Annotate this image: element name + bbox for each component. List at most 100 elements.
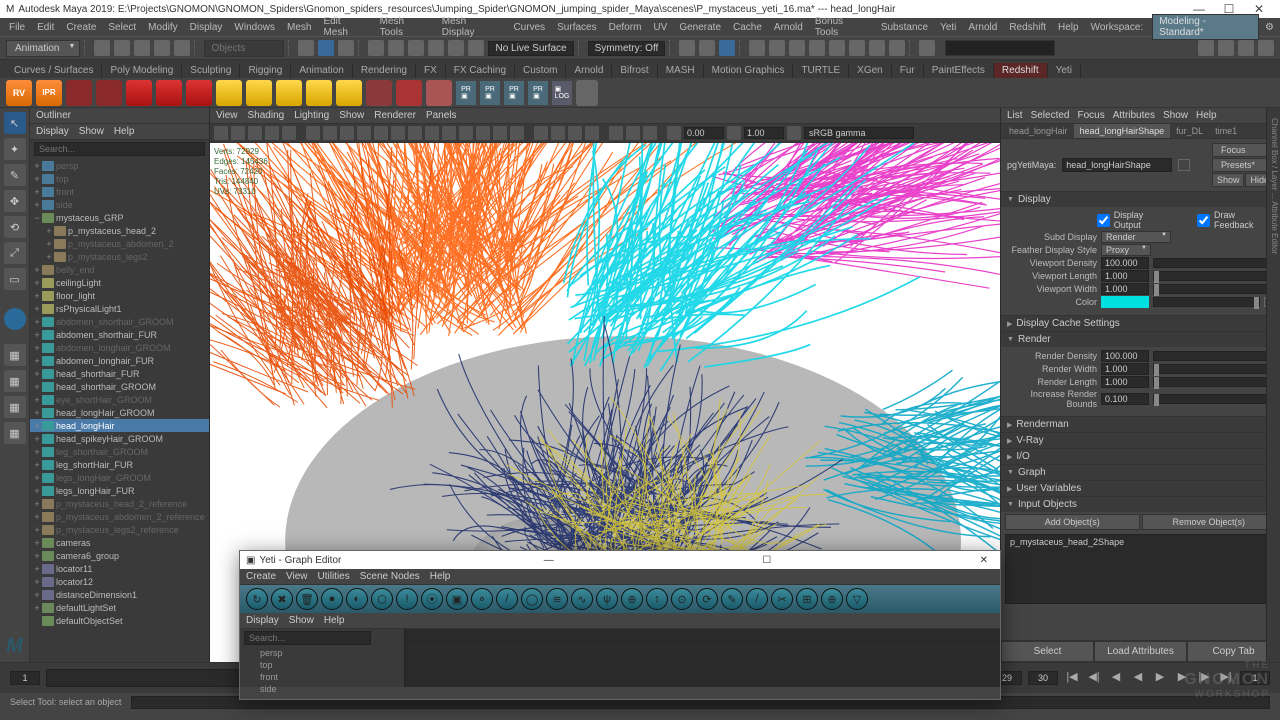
ge-tool-3[interactable]: ● <box>321 588 343 610</box>
vp-menu-view[interactable]: View <box>216 110 238 121</box>
ae-tab[interactable]: time1 <box>1209 124 1243 138</box>
ge-menu-view[interactable]: View <box>286 571 308 582</box>
pr-box3[interactable]: PR▣ <box>504 81 524 105</box>
render-density-field[interactable] <box>1101 350 1149 362</box>
outliner-menu-show[interactable]: Show <box>79 126 104 137</box>
ge-maximize[interactable]: ☐ <box>756 555 777 566</box>
outliner-item[interactable]: +locator12 <box>30 575 209 588</box>
panel-layout-icon[interactable] <box>919 40 935 56</box>
ae-load-attrs-button[interactable]: Load Attributes <box>1094 641 1187 662</box>
vp-icon[interactable] <box>323 126 337 140</box>
ae-menu-focus[interactable]: Focus <box>1077 110 1104 121</box>
shelf-tab-curves-surfaces[interactable]: Curves / Surfaces <box>6 63 102 78</box>
rs-grid-icon[interactable] <box>156 80 182 106</box>
pr-box4[interactable]: PR▣ <box>528 81 548 105</box>
mode-selector[interactable]: Animation <box>6 40 80 57</box>
ge-tool-19[interactable]: ✎ <box>721 588 743 610</box>
outliner-item[interactable]: +abdomen_shorthair_GROOM <box>30 315 209 328</box>
ge-sub-help[interactable]: Help <box>324 615 345 626</box>
og-icon[interactable] <box>699 40 715 56</box>
menu-redshift[interactable]: Redshift <box>1004 22 1051 33</box>
ge-sub-display[interactable]: Display <box>246 615 279 626</box>
rs-ies-icon[interactable] <box>426 80 452 106</box>
rs-yellow2-icon[interactable] <box>246 80 272 106</box>
menu-select[interactable]: Select <box>103 22 141 33</box>
last-tool[interactable]: ▭ <box>4 268 26 290</box>
vp-length-slider[interactable] <box>1153 271 1274 281</box>
outliner-item[interactable]: +abdomen_shorthair_FUR <box>30 328 209 341</box>
ge-tool-22[interactable]: ⊞ <box>796 588 818 610</box>
ge-menu-scene[interactable]: Scene Nodes <box>360 571 420 582</box>
outliner-item[interactable]: +locator11 <box>30 562 209 575</box>
vp-width-field[interactable] <box>1101 283 1149 295</box>
rs-meshlight-icon[interactable] <box>366 80 392 106</box>
outliner-item[interactable]: +legs_longHair_GROOM <box>30 471 209 484</box>
menu-surfaces[interactable]: Surfaces <box>552 22 601 33</box>
rs-yellow1-icon[interactable] <box>216 80 242 106</box>
snap-plane-icon[interactable] <box>428 40 444 56</box>
outliner-item[interactable]: +p_mystaceus_head_2_reference <box>30 497 209 510</box>
ae-tab[interactable]: head_longHair <box>1003 124 1074 138</box>
ae-section-input[interactable]: Input Objects <box>1001 497 1280 512</box>
ge-item[interactable]: side <box>240 683 404 695</box>
vp-length-field[interactable] <box>1101 270 1149 282</box>
outliner-item[interactable]: +top <box>30 172 209 185</box>
open-scene-icon[interactable] <box>114 40 130 56</box>
pause-icon[interactable] <box>889 40 905 56</box>
shelf-tab-motion-graphics[interactable]: Motion Graphics <box>704 63 794 78</box>
outliner-search[interactable] <box>34 142 205 156</box>
menu-uv[interactable]: UV <box>648 22 672 33</box>
ae-section-display[interactable]: Display <box>1001 192 1280 207</box>
menu-bonus-tools[interactable]: Bonus Tools <box>810 16 874 38</box>
toggle-channel-icon[interactable] <box>1258 40 1274 56</box>
ae-menu-selected[interactable]: Selected <box>1031 110 1070 121</box>
rv-button[interactable]: RV <box>6 80 32 106</box>
menu-display[interactable]: Display <box>185 22 228 33</box>
ge-close[interactable]: ✕ <box>974 555 994 566</box>
ge-menu-create[interactable]: Create <box>246 571 276 582</box>
ge-tool-18[interactable]: ⟳ <box>696 588 718 610</box>
rs-yellow3-icon[interactable] <box>276 80 302 106</box>
ge-tool-4[interactable]: ◐ <box>346 588 368 610</box>
outliner-item[interactable]: +head_longHair_GROOM <box>30 406 209 419</box>
playblast-icon[interactable] <box>869 40 885 56</box>
ae-show-button[interactable]: Show <box>1212 173 1245 187</box>
shelf-tab-painteffects[interactable]: PaintEffects <box>924 63 994 78</box>
ge-menu-util[interactable]: Utilities <box>318 571 350 582</box>
shelf-tab-rendering[interactable]: Rendering <box>353 63 416 78</box>
shelf-tab-xgen[interactable]: XGen <box>849 63 892 78</box>
outliner-item[interactable]: +p_mystaceus_legs2_reference <box>30 523 209 536</box>
outliner-item[interactable]: +head_shorthair_GROOM <box>30 380 209 393</box>
outliner-item[interactable]: +distanceDimension1 <box>30 588 209 601</box>
menu-yeti[interactable]: Yeti <box>935 22 961 33</box>
ae-section-graph[interactable]: Graph <box>1001 465 1280 480</box>
ge-tool-15[interactable]: ⊕ <box>621 588 643 610</box>
undo-icon[interactable] <box>154 40 170 56</box>
vp-icon[interactable] <box>391 126 405 140</box>
outliner-item[interactable]: +p_mystaceus_abdomen_2 <box>30 237 209 250</box>
feather-style-select[interactable]: Proxy <box>1101 244 1151 256</box>
vp-density-slider[interactable] <box>1153 258 1274 268</box>
vp-menu-lighting[interactable]: Lighting <box>294 110 329 121</box>
outliner-menu-help[interactable]: Help <box>114 126 135 137</box>
vp-icon[interactable] <box>643 126 657 140</box>
outliner-item[interactable]: +belly_end <box>30 263 209 276</box>
vp-icon[interactable] <box>340 126 354 140</box>
make-live-icon[interactable] <box>468 40 484 56</box>
start-frame[interactable]: 1 <box>10 671 40 685</box>
outliner-item[interactable]: defaultObjectSet <box>30 614 209 627</box>
outliner-item[interactable]: +camera6_group <box>30 549 209 562</box>
layout-four-icon[interactable]: ▦ <box>4 370 26 392</box>
shelf-tab-arnold[interactable]: Arnold <box>566 63 612 78</box>
play-fwd[interactable]: ▶ <box>1152 670 1168 686</box>
ge-tool-10[interactable]: / <box>496 588 518 610</box>
menu-arnold[interactable]: Arnold <box>769 22 808 33</box>
render-length-slider[interactable] <box>1153 377 1274 387</box>
render-settings-icon[interactable] <box>789 40 805 56</box>
render-bounds-field[interactable] <box>1101 393 1149 405</box>
ae-node-name[interactable] <box>1062 158 1172 172</box>
menu-substance[interactable]: Substance <box>876 22 933 33</box>
step-back-key[interactable]: ◀| <box>1086 670 1102 686</box>
outliner-item[interactable]: +head_shorthair_FUR <box>30 367 209 380</box>
vp-menu-show[interactable]: Show <box>339 110 364 121</box>
